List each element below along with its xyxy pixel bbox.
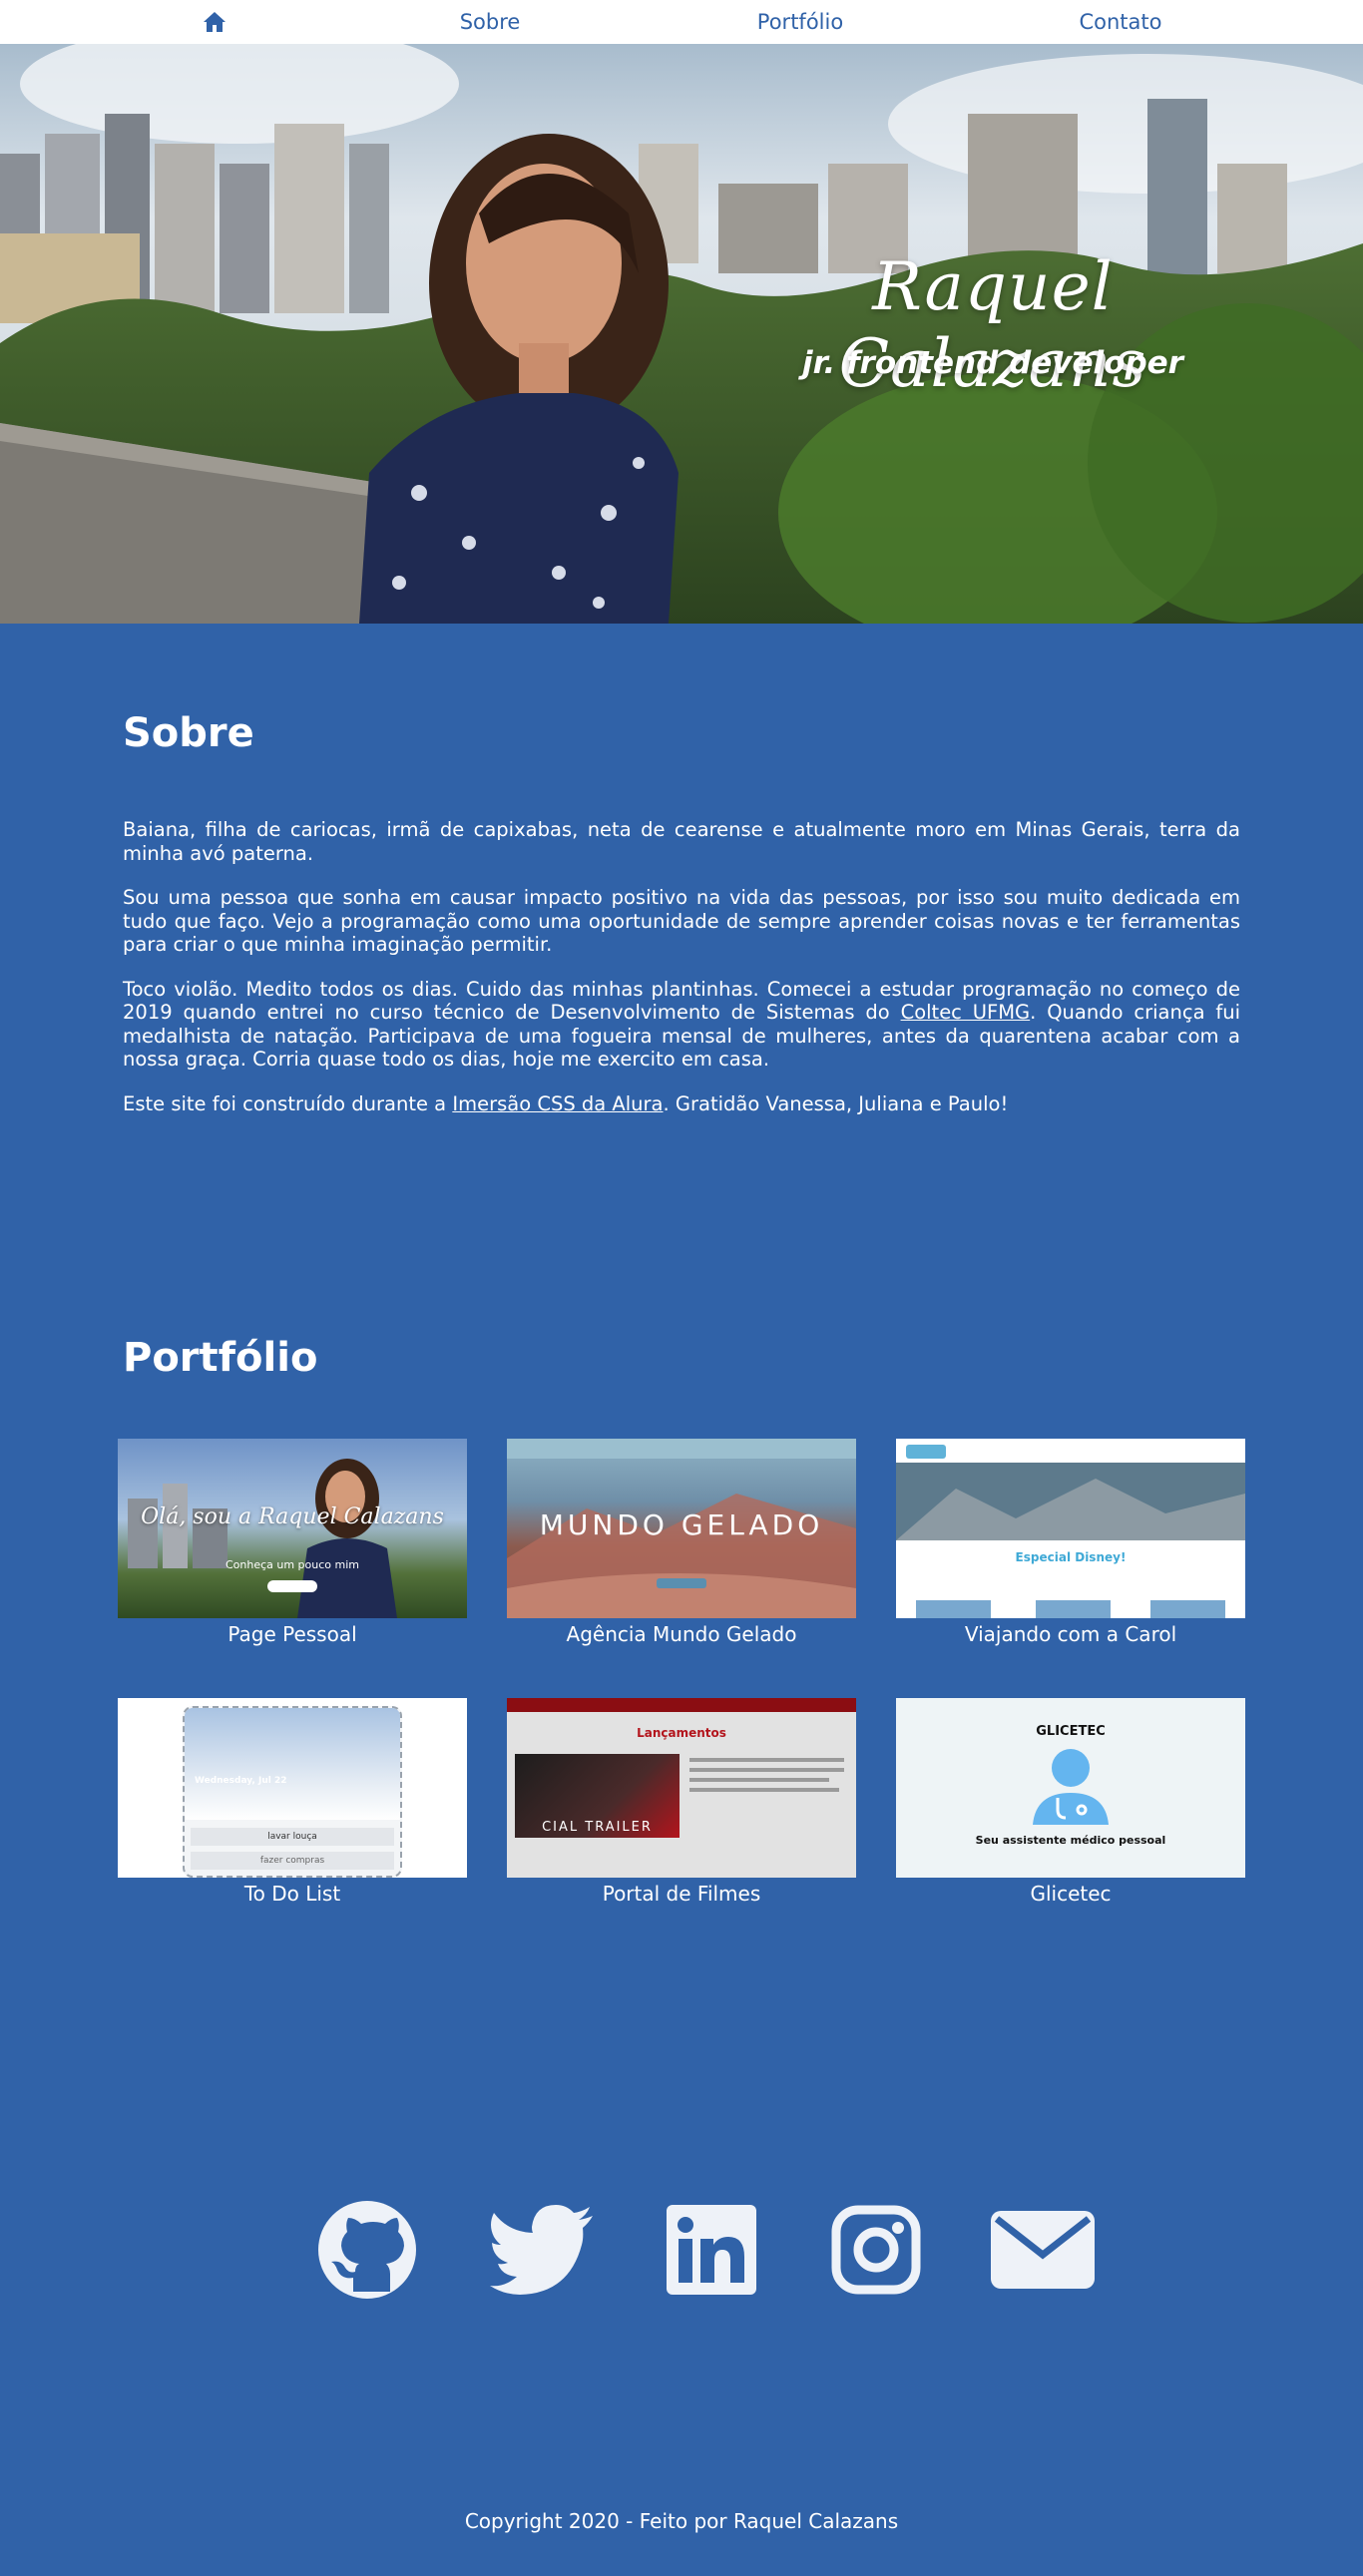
sobre-p4-text-end: . Gratidão Vanessa, Juliana e Paulo! [663,1091,1009,1115]
twitter-icon [490,2205,593,2295]
sobre-section: Baiana, filha de cariocas, irmã de capix… [123,818,1240,1136]
thumb-text-line [689,1768,844,1772]
project-label[interactable]: Glicetec [896,1882,1245,1906]
linkedin-icon [667,2205,756,2295]
footer-copyright: Copyright 2020 - Feito por Raquel Calaza… [464,2509,899,2533]
sobre-paragraph-4: Este site foi construído durante a Imers… [123,1092,1240,1116]
project-label[interactable]: To Do List [118,1882,467,1906]
thumb-subtitle: Conheça um pouco mim [225,1558,360,1571]
thumb-title: Especial Disney! [1015,1550,1127,1564]
portfolio-title: Portfólio [123,1335,318,1381]
thumb-photo [185,1708,400,1820]
project-card-glicetec[interactable]: GLICETEC Seu assistente médico pessoal G… [896,1698,1245,1906]
thumb-task: lavar louça [191,1828,394,1846]
instagram-icon [831,2205,921,2295]
thumb-text-line [689,1788,839,1792]
thumb-subtitle: Seu assistente médico pessoal [975,1834,1166,1847]
hero-role: jr. frontend developer [802,345,1183,381]
sobre-p4-text: Este site foi construído durante a [123,1091,453,1115]
project-card-mundo-gelado[interactable]: MUNDO GELADO Agência Mundo Gelado [507,1439,856,1646]
thumb-task: fazer compras [191,1852,394,1870]
thumb-app-frame: Wednesday, Jul 22 lavar louça fazer comp… [183,1706,402,1878]
project-thumbnail[interactable]: Wednesday, Jul 22 lavar louça fazer comp… [118,1698,467,1878]
twitter-link[interactable] [487,2195,597,2305]
thumb-title: Olá, sou a Raquel Calazans [141,1504,444,1529]
nav-contato-link[interactable]: Contato [1038,0,1203,44]
top-nav: Sobre Portfólio Contato [0,0,1363,44]
thumb-button [267,1580,317,1592]
thumb-navbar [507,1698,856,1712]
imersao-link[interactable]: Imersão CSS da Alura [452,1092,663,1115]
project-thumbnail[interactable]: MUNDO GELADO [507,1439,856,1618]
nav-home-link[interactable] [195,0,234,44]
home-icon [204,12,226,32]
email-icon [991,2211,1095,2289]
project-thumbnail[interactable]: Lançamentos CIAL TRAILER [507,1698,856,1878]
project-label[interactable]: Page Pessoal [118,1622,467,1646]
thumb-title: Lançamentos [637,1726,726,1740]
project-card-viajando-carol[interactable]: Especial Disney! Viajando com a Carol [896,1439,1245,1646]
github-icon [318,2201,416,2299]
social-links [0,2195,1363,2305]
github-link[interactable] [312,2195,422,2305]
thumb-date: Wednesday, Jul 22 [195,1776,287,1786]
thumb-trailer: CIAL TRAILER [542,1820,653,1835]
project-card-portal-filmes[interactable]: Lançamentos CIAL TRAILER Portal de Filme… [507,1698,856,1906]
nav-sobre-link[interactable]: Sobre [419,0,561,44]
project-card-todo-list[interactable]: Wednesday, Jul 22 lavar louça fazer comp… [118,1698,467,1906]
project-label[interactable]: Viajando com a Carol [896,1622,1245,1646]
nav-portfolio-link[interactable]: Portfólio [728,0,872,44]
coltec-link[interactable]: Coltec UFMG [901,1001,1031,1024]
project-thumbnail[interactable]: Especial Disney! [896,1439,1245,1618]
email-link[interactable] [988,2195,1098,2305]
thumb-photo [896,1463,1245,1618]
doctor-icon [1033,1749,1109,1825]
project-thumbnail[interactable]: GLICETEC Seu assistente médico pessoal [896,1698,1245,1878]
thumb-title: MUNDO GELADO [539,1508,824,1541]
project-label[interactable]: Agência Mundo Gelado [507,1622,856,1646]
sobre-paragraph-1: Baiana, filha de cariocas, irmã de capix… [123,818,1240,865]
project-thumbnail[interactable]: Olá, sou a Raquel Calazans Conheça um po… [118,1439,467,1618]
sobre-paragraph-3: Toco violão. Medito todos os dias. Cuido… [123,978,1240,1072]
thumb-text-line [689,1778,829,1782]
sobre-paragraph-2: Sou uma pessoa que sonha em causar impac… [123,886,1240,956]
hero-banner: Raquel Calazans jr. frontend developer [0,44,1363,624]
thumb-button [657,1578,706,1588]
sobre-title: Sobre [123,710,254,756]
thumb-text-line [689,1758,844,1762]
instagram-link[interactable] [821,2195,931,2305]
linkedin-link[interactable] [657,2195,766,2305]
project-card-page-pessoal[interactable]: Olá, sou a Raquel Calazans Conheça um po… [118,1439,467,1646]
project-label[interactable]: Portal de Filmes [507,1882,856,1906]
